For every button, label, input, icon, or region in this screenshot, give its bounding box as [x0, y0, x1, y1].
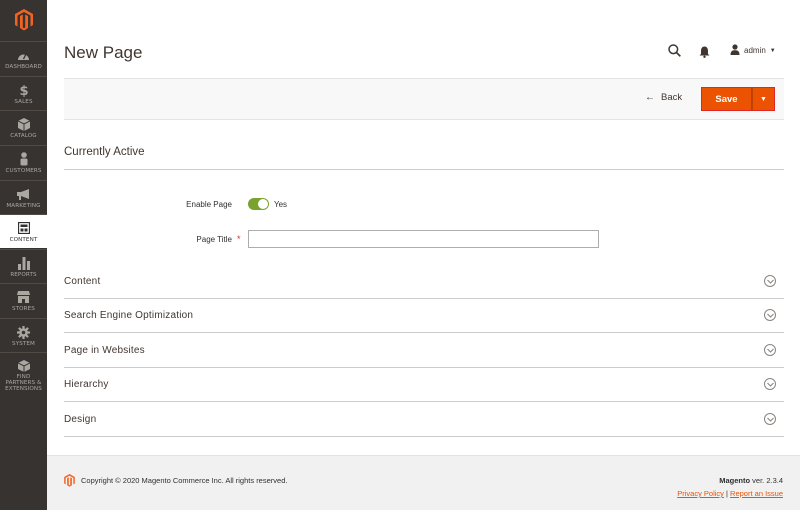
partners-icon	[17, 359, 31, 372]
save-options-toggle[interactable]: ▼	[752, 87, 775, 111]
page-title-input[interactable]	[248, 230, 599, 248]
footer-links: Privacy Policy | Report an Issue	[677, 489, 783, 498]
sidebar: DASHBOARD $ SALES CATALOG CUSTOMERS MARK…	[0, 0, 47, 510]
sidebar-item-system[interactable]: SYSTEM	[0, 318, 47, 352]
magento-logo-icon[interactable]	[0, 0, 47, 40]
section-title: Hierarchy	[64, 379, 109, 390]
save-button[interactable]: Save	[701, 87, 752, 111]
page-title: New Page	[64, 43, 143, 62]
gear-icon	[17, 325, 31, 339]
section-hierarchy[interactable]: Hierarchy	[64, 368, 784, 402]
section-content[interactable]: Content	[64, 265, 784, 299]
enable-page-value: Yes	[274, 200, 288, 209]
version-number: ver. 2.3.4	[750, 476, 783, 485]
sidebar-item-label: SYSTEM	[12, 341, 35, 347]
sidebar-item-content[interactable]: CONTENT	[0, 214, 47, 248]
sidebar-item-label: FIND PARTNERS & EXTENSIONS	[5, 374, 42, 392]
chevron-down-circle-icon	[764, 413, 776, 425]
magento-logo-icon	[64, 474, 75, 492]
fieldset-title: Currently Active	[64, 146, 145, 158]
section-page-in-websites[interactable]: Page in Websites	[64, 334, 784, 368]
sidebar-item-label: DASHBOARD	[5, 64, 42, 70]
divider	[64, 169, 784, 170]
sidebar-item-label: SALES	[14, 99, 33, 105]
report-issue-link[interactable]: Report an Issue	[730, 489, 783, 498]
save-split-button: Save ▼	[701, 87, 775, 111]
dollar-icon: $	[17, 83, 31, 97]
layout-icon	[17, 221, 31, 235]
sidebar-item-dashboard[interactable]: DASHBOARD	[0, 41, 47, 75]
sidebar-item-reports[interactable]: REPORTS	[0, 249, 47, 283]
bar-chart-icon	[17, 256, 31, 270]
chevron-down-icon: ▼	[769, 47, 776, 54]
chevron-down-circle-icon	[764, 378, 776, 390]
sidebar-item-marketing[interactable]: MARKETING	[0, 180, 47, 214]
megaphone-icon	[16, 187, 31, 201]
svg-text:$: $	[19, 84, 28, 97]
sidebar-item-label: MARKETING	[6, 203, 41, 209]
enable-page-toggle[interactable]	[248, 198, 269, 210]
toggle-knob	[258, 199, 268, 209]
section-design[interactable]: Design	[64, 403, 784, 437]
cube-icon	[17, 117, 31, 131]
sidebar-item-label: REPORTS	[10, 272, 37, 278]
storefront-icon	[17, 290, 31, 304]
dashboard-icon	[17, 48, 31, 62]
brand-name: Magento	[719, 476, 751, 485]
version-text: Magento ver. 2.3.4	[719, 476, 783, 485]
user-menu[interactable]: admin ▼	[730, 44, 776, 57]
privacy-policy-link[interactable]: Privacy Policy	[677, 489, 724, 498]
username: admin	[744, 46, 766, 55]
section-seo[interactable]: Search Engine Optimization	[64, 299, 784, 333]
sidebar-item-customers[interactable]: CUSTOMERS	[0, 145, 47, 179]
arrow-left-icon: ←	[645, 92, 655, 103]
page-title-label: Page Title	[172, 235, 232, 244]
chevron-down-icon: ▼	[760, 95, 767, 103]
sidebar-item-label: CATALOG	[10, 133, 37, 139]
section-title: Search Engine Optimization	[64, 310, 194, 321]
sidebar-item-catalog[interactable]: CATALOG	[0, 110, 47, 144]
section-title: Page in Websites	[64, 345, 145, 356]
sidebar-item-stores[interactable]: STORES	[0, 283, 47, 317]
back-button[interactable]: ← Back	[645, 92, 682, 103]
search-icon[interactable]	[668, 44, 681, 62]
sidebar-item-label: CONTENT	[9, 237, 38, 243]
chevron-down-circle-icon	[764, 309, 776, 321]
sidebar-item-sales[interactable]: $ SALES	[0, 76, 47, 110]
section-title: Content	[64, 276, 101, 287]
sidebar-item-label: STORES	[12, 306, 35, 312]
notification-bell-icon[interactable]	[699, 45, 710, 63]
section-title: Design	[64, 414, 97, 425]
sidebar-item-label: CUSTOMERS	[5, 168, 42, 174]
copyright-text: Copyright © 2020 Magento Commerce Inc. A…	[81, 476, 288, 485]
required-marker: *	[237, 234, 241, 244]
sidebar-item-find-partners[interactable]: FIND PARTNERS & EXTENSIONS	[0, 352, 47, 392]
person-icon	[17, 152, 31, 166]
user-icon	[730, 44, 740, 57]
back-button-label: Back	[661, 92, 683, 103]
chevron-down-circle-icon	[764, 344, 776, 356]
chevron-down-circle-icon	[764, 275, 776, 287]
page-title-label-text: Page Title	[196, 235, 232, 244]
enable-page-label: Enable Page	[186, 200, 232, 209]
